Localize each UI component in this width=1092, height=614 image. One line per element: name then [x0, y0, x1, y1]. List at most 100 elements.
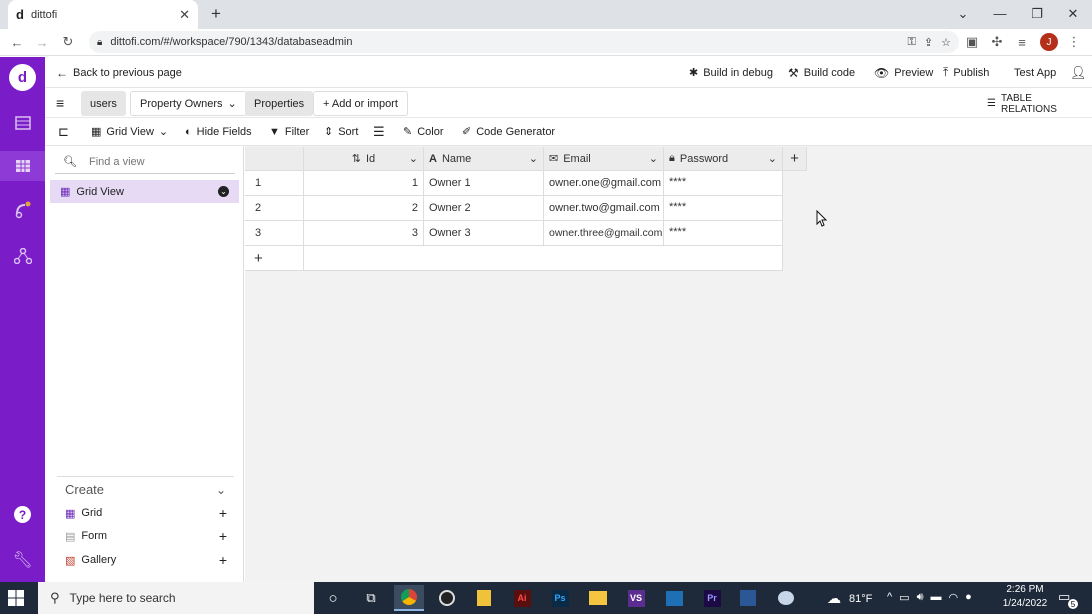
chevron-down-icon[interactable]: ⌄	[768, 152, 777, 165]
windows-start-icon[interactable]	[8, 590, 24, 606]
extension-icon[interactable]: ▣	[961, 31, 983, 53]
collapse-sidebar-icon[interactable]: ⊏	[58, 118, 69, 145]
notepad-app-icon[interactable]	[469, 585, 499, 611]
cell-password[interactable]: ****	[664, 196, 783, 221]
cell-password[interactable]: ****	[664, 171, 783, 196]
column-header-email[interactable]: ✉ Email ⌄	[544, 147, 664, 171]
column-header-id[interactable]: ⇅ Id ⌄	[304, 147, 424, 171]
notifications-icon[interactable]: ▭ 5	[1058, 589, 1078, 609]
add-row-area[interactable]	[304, 246, 783, 271]
build-in-debug-button[interactable]: ✱ Build in debug	[689, 57, 773, 88]
sort-button[interactable]: ⇕ Sort	[324, 118, 358, 145]
back-icon[interactable]: ←	[6, 31, 28, 53]
chevron-down-circle-icon[interactable]: ⌄	[218, 186, 229, 197]
chrome-app-icon[interactable]	[394, 585, 424, 611]
meet-icon[interactable]: ▭	[899, 591, 909, 604]
cell-name[interactable]: Owner 2	[424, 196, 544, 221]
tab-properties[interactable]: Properties	[245, 91, 314, 116]
cell-id[interactable]: 3	[304, 221, 424, 246]
workflow-icon[interactable]	[0, 241, 45, 271]
close-tab-icon[interactable]: ✕	[179, 7, 190, 23]
chevron-up-icon[interactable]: ^	[887, 591, 892, 604]
dittofi-logo[interactable]: d	[9, 64, 36, 91]
create-grid-button[interactable]: ▦ Grid +	[65, 504, 227, 522]
profile-avatar[interactable]: J	[1040, 33, 1058, 51]
new-tab-button[interactable]: +	[206, 4, 226, 24]
tab-users[interactable]: users	[81, 91, 126, 116]
browser-menu-icon[interactable]: ⋮	[1063, 31, 1085, 53]
endpoints-icon[interactable]	[0, 195, 45, 225]
clock[interactable]: 2:26 PM 1/24/2022	[1000, 583, 1050, 611]
database-icon[interactable]	[0, 108, 45, 138]
browser-tab[interactable]: d dittofi ✕	[8, 0, 198, 29]
chevron-down-icon[interactable]: ⌄	[649, 152, 658, 165]
restore-button[interactable]: ❐	[1019, 0, 1055, 27]
column-header-password[interactable]: 🔒︎ Password ⌄	[664, 147, 783, 171]
acrobat-app-icon[interactable]: Ai	[507, 585, 537, 611]
weather-widget[interactable]: ☁ 81°F	[827, 590, 872, 607]
puzzle-icon[interactable]: ✣	[986, 31, 1008, 53]
photoshop-app-icon[interactable]: Ps	[545, 585, 575, 611]
row-number[interactable]: 3	[245, 221, 304, 246]
media-icon[interactable]: ≡	[1011, 31, 1033, 53]
bookmark-star-icon[interactable]: ☆	[941, 36, 951, 49]
cell-email[interactable]: owner.one@gmail.com	[544, 171, 664, 196]
row-height-icon[interactable]: ☰	[373, 118, 385, 145]
cell-email[interactable]: owner.two@gmail.com	[544, 196, 664, 221]
chevron-down-icon[interactable]: ⌄	[228, 97, 237, 110]
hide-fields-button[interactable]: ◐ Hide Fields	[185, 118, 252, 145]
task-view-icon[interactable]: ⧉	[356, 585, 386, 611]
security-icon[interactable]: ●	[965, 591, 972, 604]
add-or-import-button[interactable]: + Add or import	[313, 91, 408, 116]
key-icon[interactable]: ⚿	[908, 36, 916, 49]
row-number[interactable]: 1	[245, 171, 304, 196]
publish-button[interactable]: ⤒ Publish	[943, 57, 989, 88]
create-section-header[interactable]: Create ⌄	[57, 476, 234, 502]
tool-app-icon[interactable]	[733, 585, 763, 611]
back-to-previous-page-button[interactable]: ← Back to previous page	[56, 57, 182, 88]
battery-icon[interactable]: ▬	[931, 591, 942, 604]
column-header-name[interactable]: A Name ⌄	[424, 147, 544, 171]
filter-button[interactable]: ▼ Filter	[269, 118, 309, 145]
create-gallery-button[interactable]: ▧ Gallery +	[65, 551, 227, 569]
build-code-button[interactable]: ⚒ Build code	[788, 57, 855, 88]
cell-password[interactable]: ****	[664, 221, 783, 246]
minimize-button[interactable]: —	[982, 0, 1018, 27]
color-button[interactable]: ✎ Color	[403, 118, 444, 145]
add-column-button[interactable]: +	[783, 147, 807, 171]
reload-icon[interactable]: ↻	[57, 31, 79, 53]
tab-search-icon[interactable]: ⌄	[945, 0, 981, 27]
app-name-button[interactable]: Test App	[1014, 57, 1056, 88]
file-explorer-app-icon[interactable]	[583, 585, 613, 611]
wifi-icon[interactable]: ◠	[949, 591, 959, 604]
taskbar-search[interactable]: ⚲ Type here to search	[38, 582, 314, 614]
cortana-icon[interactable]: ○	[318, 585, 348, 611]
system-tray[interactable]: ^ ▭ 🔊︎ ▬ ◠ ●	[887, 591, 972, 604]
cell-name[interactable]: Owner 3	[424, 221, 544, 246]
obs-app-icon[interactable]	[432, 585, 462, 611]
find-view-input[interactable]	[88, 155, 219, 168]
cell-id[interactable]: 2	[304, 196, 424, 221]
help-icon[interactable]: ?	[14, 506, 31, 523]
hamburger-menu-icon[interactable]: ≡	[56, 95, 64, 111]
cell-name[interactable]: Owner 1	[424, 171, 544, 196]
preview-button[interactable]: 👁︎ Preview	[874, 57, 933, 88]
close-window-button[interactable]: ✕	[1055, 0, 1091, 27]
snipping-app-icon[interactable]	[771, 585, 801, 611]
tab-property-owners[interactable]: Property Owners ⌄	[130, 91, 247, 116]
user-account-icon[interactable]: 👤︎	[1070, 57, 1087, 88]
find-view-search[interactable]: 🔍︎	[55, 150, 235, 174]
photos-app-icon[interactable]	[659, 585, 689, 611]
view-item-grid-view[interactable]: ▦ Grid View ⌄	[50, 180, 239, 203]
grid-data-icon[interactable]	[0, 151, 45, 181]
chevron-down-icon[interactable]: ⌄	[529, 152, 538, 165]
chevron-down-icon[interactable]: ⌄	[409, 152, 418, 165]
visual-studio-app-icon[interactable]: VS	[621, 585, 651, 611]
share-icon[interactable]: ⇪	[924, 36, 933, 49]
premiere-app-icon[interactable]: Pr	[697, 585, 727, 611]
add-row-button[interactable]: +	[245, 246, 304, 271]
grid-view-dropdown[interactable]: ▦ Grid View ⌄	[91, 118, 168, 145]
volume-icon[interactable]: 🔊︎	[917, 591, 924, 604]
forward-icon[interactable]: →	[31, 31, 53, 53]
row-number[interactable]: 2	[245, 196, 304, 221]
